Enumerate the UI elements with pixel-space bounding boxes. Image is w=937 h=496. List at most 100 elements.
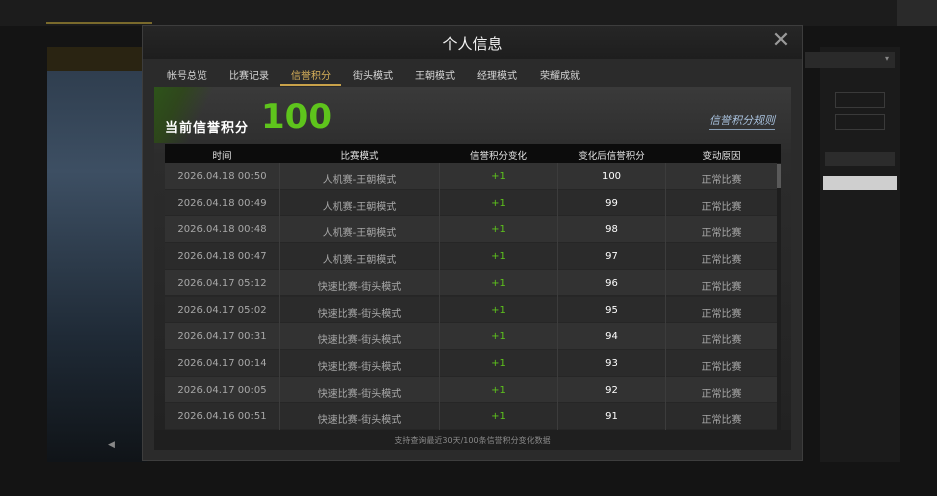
cell-after: 98 — [605, 224, 618, 236]
cell-after: 99 — [605, 197, 618, 209]
cell-change: +1 — [491, 411, 506, 423]
table-row: 2026.04.17 05:12 快速比赛-街头模式 +1 96 正常比赛 — [165, 269, 781, 297]
cell-change: +1 — [491, 171, 506, 182]
cell-after: 91 — [605, 411, 618, 423]
cell-after: 97 — [605, 251, 618, 263]
cell-mode: 人机赛-王朝模式 — [322, 255, 397, 267]
cell-reason: 正常比赛 — [701, 201, 742, 213]
footer-note: 支持查询最近30天/100条信誉积分变化数据 — [394, 436, 551, 445]
table-row: 2026.04.17 00:31 快速比赛-街头模式 +1 94 正常比赛 — [165, 323, 781, 350]
cell-reason: 正常比赛 — [701, 415, 742, 427]
cell-reason: 正常比赛 — [701, 255, 742, 267]
cell-reason: 正常比赛 — [701, 175, 742, 186]
cell-mode: 人机赛-王朝模式 — [322, 201, 397, 213]
table-row: 2026.04.18 00:50 人机赛-王朝模式 +1 100 正常比赛 — [165, 163, 781, 190]
tab-match-history[interactable]: 比赛记录 — [229, 67, 269, 82]
column-divider — [439, 163, 440, 430]
background-tab-underline — [46, 22, 152, 24]
background-player-card-header — [47, 47, 147, 71]
cell-change: +1 — [491, 251, 506, 263]
cell-mode: 快速比赛-街头模式 — [317, 281, 402, 293]
cell-reason: 正常比赛 — [701, 335, 742, 347]
background-select-chevron-icon: ▾ — [884, 54, 889, 63]
dialog-tab-bar: 帐号总览 比赛记录 信誉积分 街头模式 王朝模式 经理模式 荣耀成就 — [143, 59, 802, 87]
cell-after: 100 — [601, 171, 622, 182]
cell-change: +1 — [491, 277, 506, 289]
table-row: 2026.04.17 00:14 快速比赛-街头模式 +1 93 正常比赛 — [165, 349, 781, 377]
background-button-1 — [835, 92, 885, 108]
cell-change: +1 — [491, 304, 506, 316]
background-select: ▾ — [805, 52, 895, 68]
cell-time: 2026.04.17 05:02 — [177, 304, 267, 316]
cell-time: 2026.04.17 05:12 — [177, 277, 267, 289]
background-prev-arrow-icon: ◀ — [108, 440, 115, 450]
cell-after: 96 — [605, 277, 618, 289]
table-row: 2026.04.18 00:49 人机赛-王朝模式 +1 99 正常比赛 — [165, 189, 781, 217]
dialog-titlebar: 个人信息 ✕ — [143, 26, 802, 59]
table-scrollbar-thumb[interactable] — [777, 164, 781, 188]
header-score-change: 信誉积分变化 — [469, 151, 527, 162]
tab-dynasty-mode[interactable]: 王朝模式 — [415, 67, 455, 82]
credit-rules-link[interactable]: 信誉积分规则 — [709, 112, 775, 130]
tab-account-overview[interactable]: 帐号总览 — [167, 67, 207, 82]
cell-reason: 正常比赛 — [701, 281, 742, 293]
current-score-label: 当前信誉积分 — [165, 121, 250, 136]
cell-change: +1 — [491, 224, 506, 236]
header-reason: 变动原因 — [702, 151, 741, 162]
current-score-value: 100 — [261, 97, 332, 137]
cell-mode: 快速比赛-街头模式 — [317, 415, 402, 427]
cell-change: +1 — [491, 331, 506, 343]
table-row: 2026.04.18 00:48 人机赛-王朝模式 +1 98 正常比赛 — [165, 216, 781, 244]
cell-after: 95 — [605, 304, 618, 316]
table-row: 2026.04.17 00:05 快速比赛-街头模式 +1 92 正常比赛 — [165, 376, 781, 404]
close-icon[interactable]: ✕ — [770, 30, 792, 52]
cell-time: 2026.04.17 00:31 — [177, 331, 267, 343]
tab-honor-achievements[interactable]: 荣耀成就 — [540, 67, 580, 82]
table-row: 2026.04.18 00:47 人机赛-王朝模式 +1 97 正常比赛 — [165, 243, 781, 270]
cell-change: +1 — [491, 197, 506, 209]
background-top-right-box — [897, 0, 937, 26]
cell-time: 2026.04.17 00:14 — [177, 357, 267, 369]
tab-credit-score[interactable]: 信誉积分 — [291, 67, 331, 82]
column-divider — [665, 163, 666, 430]
table-header: 时间 比赛模式 信誉积分变化 变化后信誉积分 变动原因 — [165, 144, 781, 163]
table-row: 2026.04.17 05:02 快速比赛-街头模式 +1 95 正常比赛 — [165, 296, 781, 324]
active-tab-underline — [280, 84, 341, 86]
cell-mode: 人机赛-王朝模式 — [322, 228, 397, 240]
column-divider — [279, 163, 280, 430]
cell-time: 2026.04.18 00:50 — [177, 171, 267, 182]
cell-after: 93 — [605, 357, 618, 369]
table-scrollbar[interactable] — [777, 163, 781, 430]
cell-reason: 正常比赛 — [701, 308, 742, 320]
background-highlight-row — [823, 176, 897, 190]
cell-reason: 正常比赛 — [701, 388, 742, 400]
header-time: 时间 — [212, 151, 232, 162]
table-row: 2026.04.16 00:51 快速比赛-街头模式 +1 91 正常比赛 — [165, 403, 781, 430]
cell-mode: 快速比赛-街头模式 — [317, 388, 402, 400]
cell-after: 92 — [605, 384, 618, 396]
cell-mode: 快速比赛-街头模式 — [317, 335, 402, 347]
cell-reason: 正常比赛 — [701, 361, 742, 373]
background-right-panel — [820, 47, 900, 462]
background-right-header — [825, 152, 895, 166]
header-mode: 比赛模式 — [340, 151, 379, 162]
column-divider — [557, 163, 558, 430]
cell-time: 2026.04.17 00:05 — [177, 384, 267, 396]
background-button-2 — [835, 114, 885, 130]
cell-time: 2026.04.18 00:47 — [177, 251, 267, 263]
cell-mode: 人机赛-王朝模式 — [322, 175, 397, 186]
personal-info-dialog: 个人信息 ✕ 帐号总览 比赛记录 信誉积分 街头模式 王朝模式 经理模式 荣耀成… — [143, 26, 802, 460]
tab-manager-mode[interactable]: 经理模式 — [477, 67, 517, 82]
cell-time: 2026.04.18 00:48 — [177, 224, 267, 236]
background-player-card — [47, 47, 147, 462]
cell-time: 2026.04.16 00:51 — [177, 411, 267, 423]
tab-street-mode[interactable]: 街头模式 — [353, 67, 393, 82]
cell-mode: 快速比赛-街头模式 — [317, 308, 402, 320]
cell-change: +1 — [491, 357, 506, 369]
dialog-title: 个人信息 — [442, 35, 503, 53]
table-body: 2026.04.18 00:50 人机赛-王朝模式 +1 100 正常比赛 2026.04… — [165, 163, 781, 430]
cell-mode: 快速比赛-街头模式 — [317, 361, 402, 373]
cell-change: +1 — [491, 384, 506, 396]
cell-after: 94 — [605, 331, 618, 343]
header-score-after: 变化后信誉积分 — [578, 151, 645, 162]
